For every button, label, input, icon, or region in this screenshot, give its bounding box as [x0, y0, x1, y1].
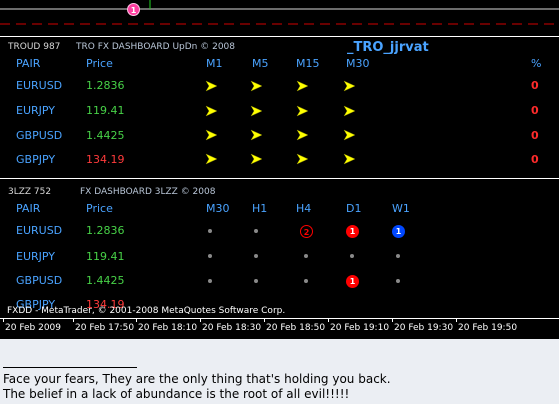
yellow-arrow-icon [343, 129, 356, 141]
time-axis-label: 20 Feb 18:30 [202, 323, 262, 333]
time-axis-line [0, 318, 559, 319]
time-axis-tick [3, 318, 4, 322]
neutral-dot-icon [350, 254, 354, 258]
yellow-arrow-icon [296, 153, 309, 165]
copyright-text: FXDD - MetaTrader, © 2001-2008 MetaQuote… [7, 306, 286, 316]
panel-separator [0, 178, 559, 179]
pair-label: GBPUSD [16, 129, 63, 142]
neutral-dot-icon [396, 254, 400, 258]
yellow-arrow-icon [296, 80, 309, 92]
signal-1-red-icon: 1 [346, 225, 359, 238]
neutral-dot-icon [208, 279, 212, 283]
pair-label: EURUSD [16, 79, 63, 92]
time-axis-label: 20 Feb 19:30 [394, 323, 454, 333]
percent-value: 0 [531, 129, 539, 142]
price-value: 134.19 [86, 153, 125, 166]
panel-separator [0, 36, 559, 37]
pair-label: GBPJPY [16, 153, 56, 166]
percent-value: 0 [531, 153, 539, 166]
time-axis-label: 20 Feb 18:50 [266, 323, 326, 333]
pair-label: GBPUSD [16, 274, 63, 287]
yellow-arrow-icon [296, 105, 309, 117]
yellow-arrow-icon [343, 105, 356, 117]
price-value: 119.41 [86, 250, 125, 263]
signature-line-2: The belief in a lack of abundance is the… [3, 387, 350, 401]
col-price: Price [86, 202, 113, 215]
yellow-arrow-icon [250, 129, 263, 141]
price-value: 1.2836 [86, 79, 125, 92]
yellow-arrow-icon [343, 80, 356, 92]
yellow-arrow-icon [250, 80, 263, 92]
percent-value: 0 [531, 104, 539, 117]
pair-label: EURJPY [16, 104, 55, 117]
time-axis-label: 20 Feb 18:10 [138, 323, 198, 333]
time-axis-label: 20 Feb 17:50 [75, 323, 135, 333]
time-axis-label: 20 Feb 19:10 [330, 323, 390, 333]
time-axis-tick [328, 318, 329, 322]
col-h4: H4 [296, 202, 312, 215]
col-w1: W1 [392, 202, 410, 215]
post-signature: Face your fears, They are the only thing… [0, 339, 559, 404]
circle-signal-icon: 1 [127, 3, 140, 16]
panel2-tag: 3LZZ 752 [8, 187, 52, 197]
metatrader-screenshot: 1 TROUD 987 TRO FX DASHBOARD UpDn © 2008… [0, 0, 559, 339]
neutral-dot-icon [304, 254, 308, 258]
percent-value: 0 [531, 79, 539, 92]
signal-1-red-icon: 1 [346, 275, 359, 288]
yellow-arrow-icon [343, 153, 356, 165]
signature-line-1: Face your fears, They are the only thing… [3, 372, 391, 386]
yellow-arrow-icon [205, 129, 218, 141]
yellow-arrow-icon [250, 105, 263, 117]
col-price: Price [86, 57, 113, 70]
col-d1: D1 [346, 202, 362, 215]
time-axis-tick [392, 318, 393, 322]
yellow-arrow-icon [205, 105, 218, 117]
signal-1-blue-icon: 1 [392, 225, 405, 238]
time-axis-tick [200, 318, 201, 322]
col-pair: PAIR [16, 202, 41, 215]
col-m30: M30 [346, 57, 370, 70]
panel1-title: TRO FX DASHBOARD UpDn © 2008 [76, 42, 236, 52]
col-m30: M30 [206, 202, 230, 215]
neutral-dot-icon [304, 279, 308, 283]
top-chart-area [0, 0, 559, 25]
pair-label: EURJPY [16, 250, 55, 263]
yellow-arrow-icon [296, 129, 309, 141]
col-m1: M1 [206, 57, 223, 70]
col-h1: H1 [252, 202, 268, 215]
yellow-arrow-icon [250, 153, 263, 165]
price-value: 1.4425 [86, 129, 125, 142]
signature-divider [3, 367, 137, 368]
time-axis-label: 20 Feb 2009 [5, 323, 62, 333]
signal-2-icon: 2 [300, 225, 313, 238]
col-m15: M15 [296, 57, 320, 70]
time-axis-tick [73, 318, 74, 322]
panel1-tag: TROUD 987 [8, 42, 61, 52]
neutral-dot-icon [208, 229, 212, 233]
yellow-arrow-icon [205, 80, 218, 92]
col-pair: PAIR [16, 57, 41, 70]
neutral-dot-icon [208, 254, 212, 258]
price-value: 1.4425 [86, 274, 125, 287]
panel2-title: FX DASHBOARD 3LZZ © 2008 [80, 187, 216, 197]
yellow-arrow-icon [205, 153, 218, 165]
time-axis-label: 20 Feb 19:50 [458, 323, 518, 333]
col-percent: % [531, 57, 542, 70]
time-axis-tick [456, 318, 457, 322]
price-value: 119.41 [86, 104, 125, 117]
time-axis-tick [264, 318, 265, 322]
neutral-dot-icon [254, 279, 258, 283]
neutral-dot-icon [396, 279, 400, 283]
panel1-author: _TRO_jjrvat [347, 40, 429, 55]
col-m5: M5 [252, 57, 269, 70]
pair-label: EURUSD [16, 224, 63, 237]
time-axis-tick [136, 318, 137, 322]
neutral-dot-icon [254, 229, 258, 233]
price-value: 1.2836 [86, 224, 125, 237]
neutral-dot-icon [254, 254, 258, 258]
